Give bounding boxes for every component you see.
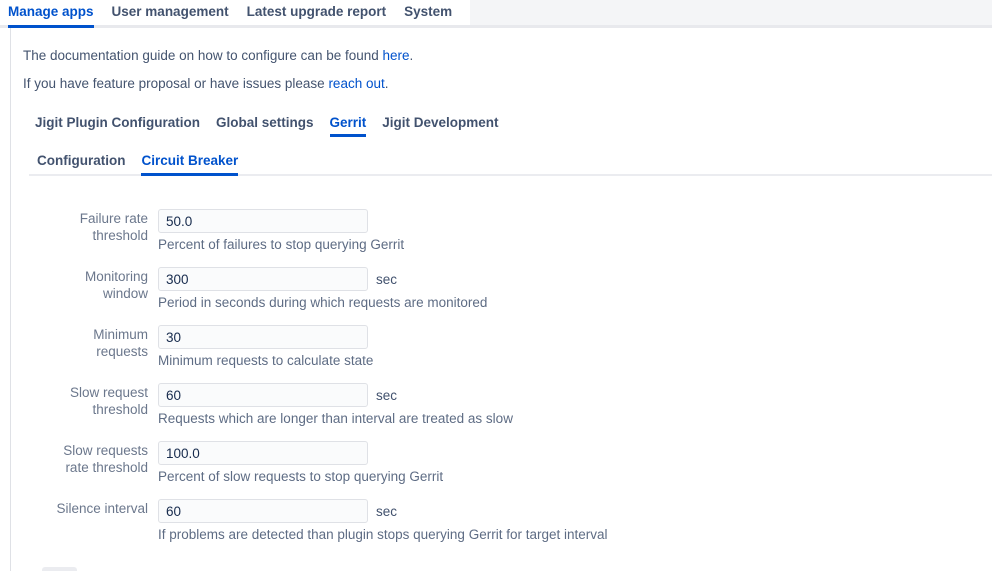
topnav-filler	[470, 0, 992, 25]
slow-requests-rate-threshold-label: Slow requests rate threshold	[42, 441, 148, 476]
slow-request-threshold-input[interactable]	[158, 383, 368, 407]
field-main: sec Period in seconds during which reque…	[158, 267, 487, 311]
topnav-item-latest-upgrade-report[interactable]: Latest upgrade report	[247, 0, 387, 28]
field-main: sec If problems are detected than plugin…	[158, 499, 608, 543]
silence-interval-label: Silence interval	[42, 499, 148, 517]
slow-requests-rate-threshold-help: Percent of slow requests to stop queryin…	[158, 469, 443, 485]
documentation-line: The documentation guide on how to config…	[23, 47, 992, 65]
tab-jigit-plugin-configuration[interactable]: Jigit Plugin Configuration	[35, 115, 200, 137]
slow-requests-rate-threshold-input[interactable]	[158, 441, 368, 465]
ok-button[interactable]: Ok	[42, 567, 77, 571]
topnav-item-manage-apps[interactable]: Manage apps	[8, 0, 94, 28]
field-main: Percent of slow requests to stop queryin…	[158, 441, 443, 485]
field-row-silence-interval: Silence interval sec If problems are det…	[42, 499, 992, 543]
feedback-line-period: .	[385, 76, 389, 91]
field-row-failure-rate-threshold: Failure rate threshold Percent of failur…	[42, 209, 992, 253]
monitoring-window-input[interactable]	[158, 267, 368, 291]
silence-interval-input[interactable]	[158, 499, 368, 523]
input-line: sec	[158, 383, 513, 407]
silence-interval-suffix: sec	[376, 504, 397, 519]
feedback-line-text: If you have feature proposal or have iss…	[23, 76, 328, 91]
slow-request-threshold-suffix: sec	[376, 388, 397, 403]
minimum-requests-label: Minimum requests	[42, 325, 148, 360]
intro-text: The documentation guide on how to config…	[23, 47, 992, 93]
input-line	[158, 325, 376, 349]
field-main: Minimum requests to calculate state	[158, 325, 376, 369]
monitoring-window-suffix: sec	[376, 272, 397, 287]
field-row-slow-requests-rate-threshold: Slow requests rate threshold Percent of …	[42, 441, 992, 485]
field-row-monitoring-window: Monitoring window sec Period in seconds …	[42, 267, 992, 311]
circuit-breaker-form: Failure rate threshold Percent of failur…	[42, 209, 992, 543]
documentation-line-period: .	[410, 48, 414, 63]
input-line: sec	[158, 499, 608, 523]
topnav-item-system[interactable]: System	[404, 0, 452, 28]
documentation-line-text: The documentation guide on how to config…	[23, 48, 383, 63]
content-panel: The documentation guide on how to config…	[10, 28, 992, 571]
plugin-tabs: Jigit Plugin Configuration Global settin…	[35, 115, 992, 137]
minimum-requests-help: Minimum requests to calculate state	[158, 353, 376, 369]
documentation-link[interactable]: here	[383, 48, 410, 63]
minimum-requests-input[interactable]	[158, 325, 368, 349]
monitoring-window-label: Monitoring window	[42, 267, 148, 302]
silence-interval-help: If problems are detected than plugin sto…	[158, 527, 608, 543]
field-main: sec Requests which are longer than inter…	[158, 383, 513, 427]
field-row-minimum-requests: Minimum requests Minimum requests to cal…	[42, 325, 992, 369]
tab-gerrit[interactable]: Gerrit	[330, 115, 367, 137]
input-line	[158, 209, 404, 233]
gerrit-subtabs: Configuration Circuit Breaker	[29, 153, 992, 176]
monitoring-window-help: Period in seconds during which requests …	[158, 295, 487, 311]
reach-out-link[interactable]: reach out	[328, 76, 384, 91]
slow-request-threshold-label: Slow request threshold	[42, 383, 148, 418]
feedback-line: If you have feature proposal or have iss…	[23, 75, 992, 93]
failure-rate-threshold-label: Failure rate threshold	[42, 209, 148, 244]
tab-jigit-development[interactable]: Jigit Development	[382, 115, 498, 137]
field-main: Percent of failures to stop querying Ger…	[158, 209, 404, 253]
topnav-item-user-management[interactable]: User management	[112, 0, 229, 28]
input-line: sec	[158, 267, 487, 291]
failure-rate-threshold-input[interactable]	[158, 209, 368, 233]
subtab-configuration[interactable]: Configuration	[37, 153, 125, 176]
slow-request-threshold-help: Requests which are longer than interval …	[158, 411, 513, 427]
input-line	[158, 441, 443, 465]
failure-rate-threshold-help: Percent of failures to stop querying Ger…	[158, 237, 404, 253]
tab-global-settings[interactable]: Global settings	[216, 115, 314, 137]
field-row-slow-request-threshold: Slow request threshold sec Requests whic…	[42, 383, 992, 427]
subtab-circuit-breaker[interactable]: Circuit Breaker	[141, 153, 238, 176]
admin-top-nav: Manage apps User management Latest upgra…	[0, 0, 992, 28]
